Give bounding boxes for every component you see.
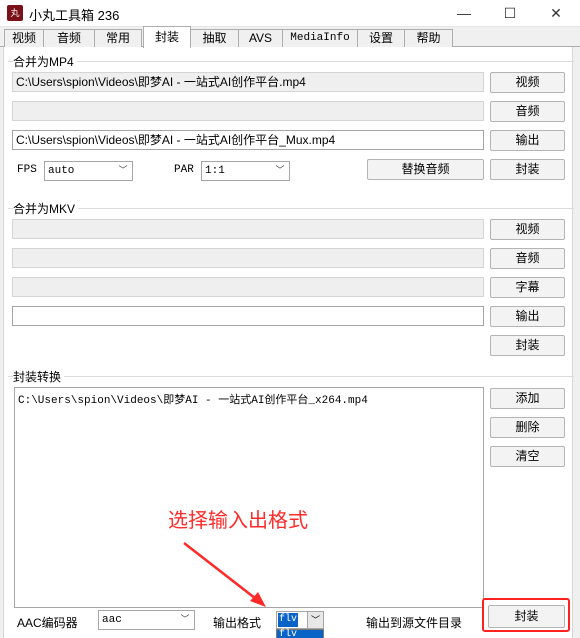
minimize-button[interactable]: — bbox=[441, 0, 487, 27]
chevron-down-icon: ﹀ bbox=[180, 615, 190, 625]
arrow-head bbox=[250, 592, 266, 607]
clear-button[interactable]: 清空 bbox=[490, 446, 565, 467]
output-format-dropdown[interactable]: flv bbox=[276, 629, 324, 638]
output-to-source-label: 输出到源文件目录 bbox=[366, 616, 463, 630]
list-item[interactable]: C:\Users\spion\Videos\即梦AI - 一站式AI创作平台_x… bbox=[18, 391, 480, 407]
mkv-video-button[interactable]: 视频 bbox=[490, 219, 565, 240]
tab-extract[interactable]: 抽取 bbox=[190, 29, 239, 47]
dropdown-option-flv[interactable]: flv bbox=[277, 630, 323, 638]
delete-button[interactable]: 删除 bbox=[490, 417, 565, 438]
mp4-audio-path[interactable] bbox=[12, 101, 484, 121]
window-title: 小丸工具箱 236 bbox=[29, 8, 120, 23]
convert-group-title: 封装转换 bbox=[13, 368, 65, 385]
mkv-group-title: 合并为MKV bbox=[13, 200, 79, 217]
mp4-audio-button[interactable]: 音频 bbox=[490, 101, 565, 122]
replace-audio-button[interactable]: 替换音频 bbox=[367, 159, 484, 180]
tab-avs[interactable]: AVS bbox=[238, 29, 283, 47]
mkv-audio-button[interactable]: 音频 bbox=[490, 248, 565, 269]
mkv-audio-path[interactable] bbox=[12, 248, 484, 268]
mkv-video-path[interactable] bbox=[12, 219, 484, 239]
output-format-select[interactable]: flv ﹀ bbox=[276, 611, 324, 629]
tab-settings[interactable]: 设置 bbox=[357, 29, 405, 47]
par-label: PAR bbox=[174, 164, 194, 176]
aac-encoder-label: AAC编码器 bbox=[17, 616, 78, 630]
aac-encoder-value: aac bbox=[102, 614, 122, 626]
mp4-group-border bbox=[8, 61, 574, 62]
annotation-text: 选择输入出格式 bbox=[168, 510, 308, 532]
annotation-arrow bbox=[183, 542, 266, 607]
mp4-group-title: 合并为MP4 bbox=[13, 53, 77, 70]
chevron-down-icon[interactable]: ﹀ bbox=[307, 612, 323, 628]
aac-encoder-select[interactable]: aac ﹀ bbox=[98, 610, 195, 630]
tab-common[interactable]: 常用 bbox=[94, 29, 142, 47]
mp4-video-button[interactable]: 视频 bbox=[490, 72, 565, 93]
chevron-down-icon: ﹀ bbox=[275, 166, 285, 176]
tab-audio[interactable]: 音频 bbox=[43, 29, 95, 47]
highlight-box bbox=[482, 598, 570, 632]
close-button[interactable]: ✕ bbox=[533, 0, 579, 27]
fps-label: FPS bbox=[17, 164, 37, 176]
mp4-video-path[interactable]: C:\Users\spion\Videos\即梦AI - 一站式AI创作平台.m… bbox=[12, 72, 484, 92]
output-format-label: 输出格式 bbox=[213, 616, 262, 630]
mp4-output-path[interactable]: C:\Users\spion\Videos\即梦AI - 一站式AI创作平台_M… bbox=[12, 130, 484, 150]
app-icon: 丸 bbox=[7, 5, 23, 21]
tab-mediainfo[interactable]: MediaInfo bbox=[282, 29, 358, 47]
mkv-mux-button[interactable]: 封装 bbox=[490, 335, 565, 356]
fps-value: auto bbox=[48, 165, 75, 177]
mkv-subtitle-path[interactable] bbox=[12, 277, 484, 297]
mkv-group-border bbox=[8, 208, 574, 209]
par-select[interactable]: 1:1 ﹀ bbox=[201, 161, 290, 181]
tab-help[interactable]: 帮助 bbox=[404, 29, 453, 47]
chevron-down-icon: ﹀ bbox=[118, 166, 128, 176]
fps-select[interactable]: auto ﹀ bbox=[44, 161, 133, 181]
mkv-output-button[interactable]: 输出 bbox=[490, 306, 565, 327]
arrow-shaft bbox=[183, 542, 261, 603]
convert-group-border bbox=[8, 376, 574, 377]
tab-video[interactable]: 视频 bbox=[4, 29, 44, 47]
mkv-subtitle-button[interactable]: 字幕 bbox=[490, 277, 565, 298]
mkv-output-path[interactable] bbox=[12, 306, 484, 326]
output-format-value: flv bbox=[278, 613, 298, 627]
add-button[interactable]: 添加 bbox=[490, 388, 565, 409]
mp4-output-button[interactable]: 输出 bbox=[490, 130, 565, 151]
mp4-mux-button[interactable]: 封装 bbox=[490, 159, 565, 180]
tab-mux[interactable]: 封装 bbox=[143, 26, 191, 48]
maximize-button[interactable]: ☐ bbox=[487, 0, 533, 27]
par-value: 1:1 bbox=[205, 165, 225, 177]
